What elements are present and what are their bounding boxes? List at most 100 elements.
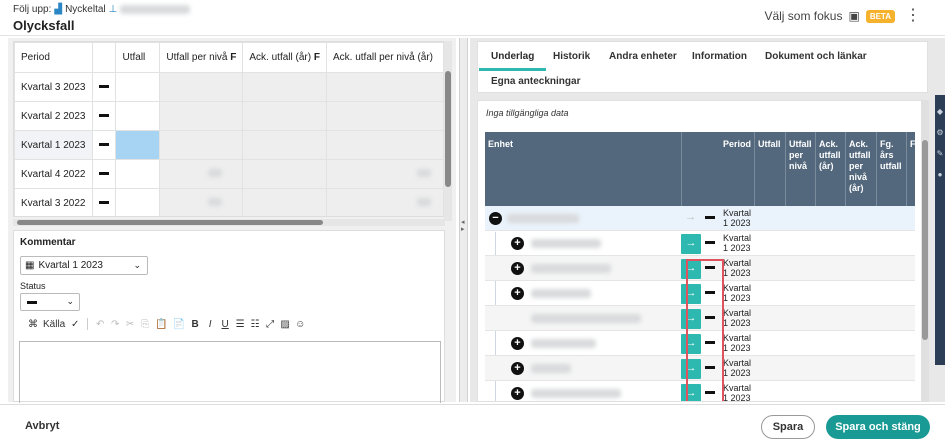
italic-icon[interactable]: I [205, 319, 215, 330]
col-period: Period [682, 132, 755, 206]
source-icon[interactable]: ⌘ [28, 319, 38, 330]
scroll-thumb[interactable] [17, 220, 323, 225]
open-unit-button[interactable]: → [681, 234, 701, 254]
unit-row[interactable]: + → Kvartal 1 2023 [485, 381, 915, 401]
paste-text-icon[interactable]: 📄 [173, 319, 185, 330]
kpi-label[interactable]: Nyckeltal [65, 4, 106, 15]
cancel-button[interactable]: Avbryt [25, 420, 59, 432]
status-dash [98, 114, 109, 118]
no-data-message: Inga tillgängliga data [486, 108, 569, 118]
arrow-right-icon: → [685, 211, 696, 223]
paste-icon[interactable]: 📋 [155, 319, 167, 330]
bullet-list-icon[interactable]: ☷ [250, 319, 260, 330]
spellcheck-icon[interactable]: ✓ [70, 319, 80, 330]
row-status[interactable] [91, 101, 117, 131]
open-unit-button[interactable]: → [681, 309, 701, 329]
user-icon[interactable]: ☺ [295, 319, 305, 330]
unit-row[interactable]: + → Kvartal 1 2023 [485, 356, 915, 381]
col-utfall-per-niva-label: Utfall per nivå [166, 52, 228, 63]
unit-row[interactable]: + → Kvartal 1 2023 [485, 256, 915, 281]
calendar-icon: ▦ [25, 260, 35, 271]
unit-row[interactable]: + → Kvartal 1 2023 [485, 331, 915, 356]
cell-ack-utfall-per-niva [325, 72, 444, 102]
panel-splitter[interactable]: ◂ ▸ [459, 38, 468, 402]
tab-dokument[interactable]: Dokument och länkar [765, 51, 867, 62]
unit-row-root[interactable]: − → Kvartal 1 2023 [485, 206, 915, 231]
col-utfall-per-niva: Utfall per nivå [786, 132, 816, 206]
cell-utfall-per-niva [159, 188, 244, 216]
focus-label[interactable]: Välj som fokus [764, 9, 842, 23]
status-dash [98, 201, 109, 205]
tab-historik[interactable]: Historik [553, 51, 590, 62]
focus-toggle[interactable]: Välj som fokus ▣ BETA [764, 9, 895, 23]
expand-icon[interactable]: + [511, 287, 524, 300]
tab-information[interactable]: Information [692, 51, 747, 62]
tab-andra-enheter[interactable]: Andra enheter [609, 51, 677, 62]
bold-icon[interactable]: B [190, 319, 200, 330]
numbered-list-icon[interactable]: ☰ [235, 319, 245, 330]
expand-icon[interactable]: + [511, 387, 524, 400]
row-status[interactable] [91, 188, 117, 216]
open-unit-button[interactable]: → [681, 334, 701, 354]
open-unit-button[interactable]: → [681, 259, 701, 279]
row-period: Kvartal 1 2023 [723, 308, 751, 328]
table-row-selected[interactable]: Kvartal 1 2023 [14, 130, 444, 160]
bar-chart-icon: ▟ [54, 4, 63, 15]
table-row[interactable]: Kvartal 3 2023 [14, 72, 444, 102]
status-select[interactable]: ⌄ [20, 293, 80, 311]
comment-period-select[interactable]: ▦ Kvartal 1 2023 ⌄ [20, 256, 148, 275]
background-side-toolbar: ◆ ⚙ ✎ ● [935, 95, 945, 365]
more-menu-icon[interactable]: ⋮ [905, 8, 921, 24]
edge-icon: ⚙ [936, 128, 944, 137]
row-status[interactable] [91, 159, 117, 189]
app-header: Följ upp: ▟ Nyckeltal ⊥ Olycksfall Välj … [0, 0, 945, 36]
open-unit-button[interactable]: → [681, 284, 701, 304]
maximize-icon[interactable]: ⤢ [265, 319, 275, 330]
redo-icon[interactable]: ↷ [110, 319, 120, 330]
table-row[interactable]: Kvartal 2 2023 [14, 101, 444, 131]
unit-row[interactable]: + → Kvartal 1 2023 [485, 281, 915, 306]
cell-utfall[interactable] [115, 159, 161, 189]
open-unit-button[interactable]: → [681, 359, 701, 379]
scroll-thumb[interactable] [445, 71, 451, 187]
cell-utfall[interactable] [115, 72, 161, 102]
content-vertical-scrollbar[interactable] [921, 100, 929, 402]
cell-utfall[interactable] [115, 188, 161, 216]
underline-icon[interactable]: U [220, 319, 230, 330]
expand-icon[interactable]: + [511, 237, 524, 250]
cell-utfall-per-niva [159, 72, 244, 102]
table-row[interactable]: Kvartal 3 2022 [14, 188, 444, 216]
source-button[interactable]: Källa [43, 319, 65, 330]
tab-underlag[interactable]: Underlag [478, 51, 547, 71]
scroll-thumb[interactable] [922, 140, 928, 340]
unit-row[interactable]: + → Kvartal 1 2023 [485, 231, 915, 256]
comment-editor[interactable] [19, 341, 441, 403]
unit-row[interactable]: → Kvartal 1 2023 [485, 306, 915, 331]
expand-icon[interactable]: + [511, 262, 524, 275]
cell-utfall-selected[interactable] [115, 130, 161, 160]
cut-icon[interactable]: ✂ [125, 319, 135, 330]
tab-egna-anteckningar[interactable]: Egna anteckningar [491, 76, 580, 87]
expand-icon[interactable]: + [511, 362, 524, 375]
status-label: Status [20, 281, 46, 291]
copy-icon[interactable]: ⎘ [140, 319, 150, 330]
col-period: Period [14, 42, 93, 73]
row-period: Kvartal 1 2023 [14, 130, 93, 160]
undo-icon[interactable]: ↶ [95, 319, 105, 330]
table-row[interactable]: Kvartal 4 2022 [14, 159, 444, 189]
expand-icon[interactable]: + [511, 337, 524, 350]
image-icon[interactable]: ▨ [280, 319, 290, 330]
status-dash [705, 341, 715, 344]
open-unit-button[interactable]: → [681, 384, 701, 401]
row-status[interactable] [91, 72, 117, 102]
save-button[interactable]: Spara [761, 415, 815, 439]
cell-utfall[interactable] [115, 101, 161, 131]
cell-utfall-per-niva [159, 130, 244, 160]
row-status[interactable] [91, 130, 117, 160]
collapse-arrows-icon[interactable]: ◂ ▸ [461, 219, 465, 233]
grid-horizontal-scrollbar[interactable] [13, 219, 445, 226]
save-and-close-button[interactable]: Spara och stäng [826, 415, 930, 439]
row-period: Kvartal 1 2023 [723, 333, 751, 353]
grid-vertical-scrollbar[interactable] [444, 41, 452, 221]
collapse-icon[interactable]: − [489, 212, 502, 225]
